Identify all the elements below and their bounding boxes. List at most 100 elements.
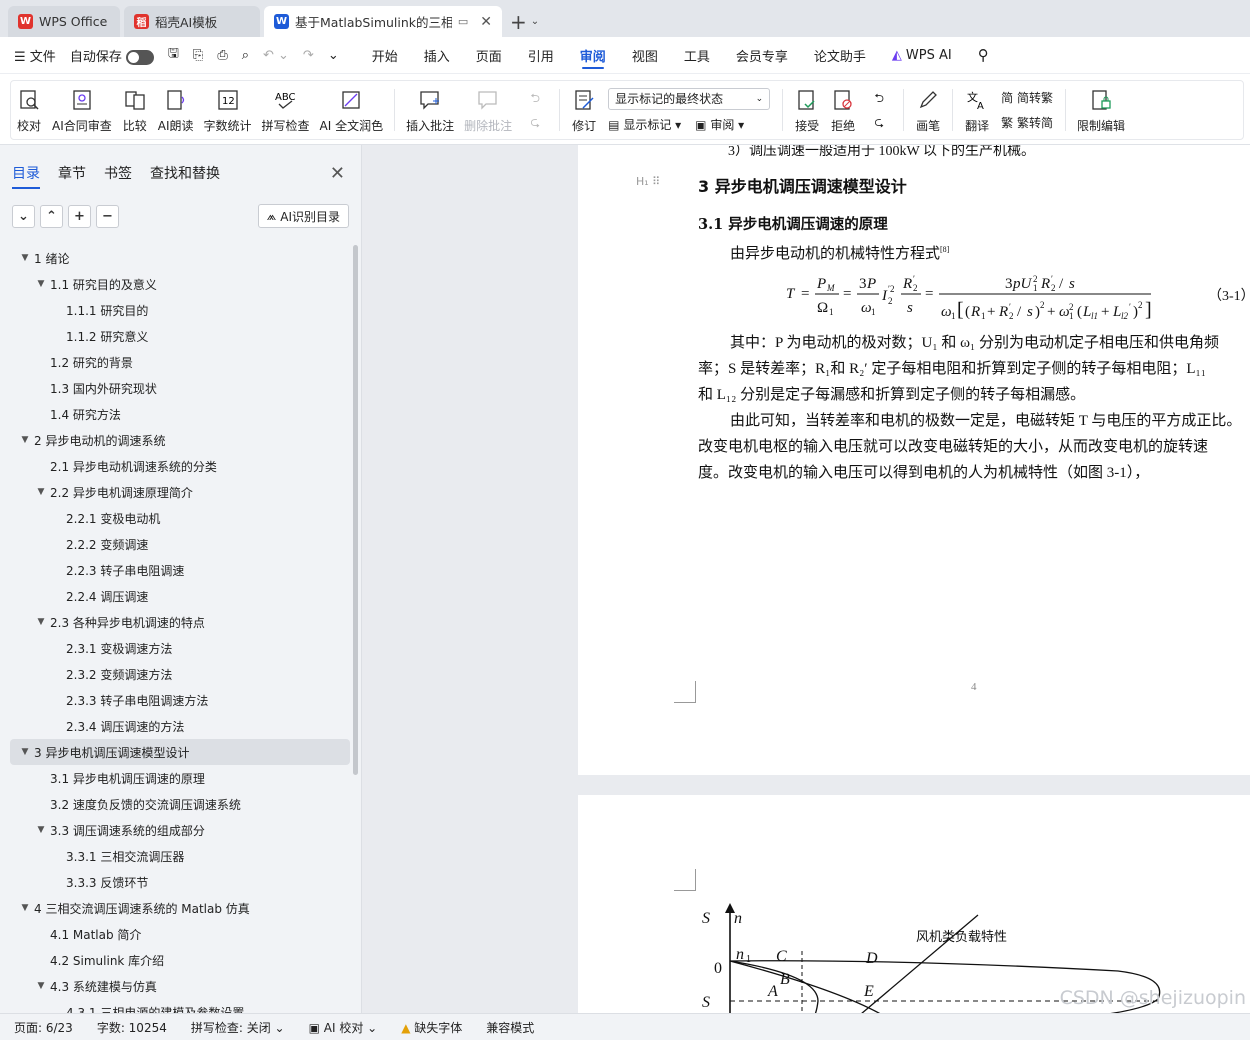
redo-icon[interactable]: ↷ bbox=[303, 48, 314, 63]
menu-tab-review[interactable]: 审阅 bbox=[567, 37, 619, 73]
add-heading-button[interactable]: + bbox=[68, 204, 91, 228]
menu-tab-tools[interactable]: 工具 bbox=[671, 37, 723, 73]
toc-expand-chevron-icon[interactable]: ▼ bbox=[18, 435, 32, 445]
new-tab-button[interactable]: + bbox=[506, 6, 531, 37]
comment-nav-buttons[interactable]: ⮌ ⮎ bbox=[517, 81, 553, 139]
ai-contract-review-button[interactable]: AI合同审查 bbox=[47, 81, 117, 139]
menu-tab-start[interactable]: 开始 bbox=[359, 37, 411, 73]
nav-tab-sections[interactable]: 章节 bbox=[58, 157, 86, 189]
toc-item[interactable]: ▼ 3.3 调压调速系统的组成部分 bbox=[10, 817, 350, 843]
pen-button[interactable]: 画笔 bbox=[910, 81, 946, 139]
save-icon[interactable]: 🖫 bbox=[168, 44, 179, 66]
nav-tab-bookmarks[interactable]: 书签 bbox=[104, 157, 132, 189]
toc-item[interactable]: 2.1 异步电动机调速系统的分类 bbox=[10, 453, 350, 479]
toc-expand-chevron-icon[interactable]: ▼ bbox=[34, 825, 48, 835]
toc-item[interactable]: ▼ 1.1 研究目的及意义 bbox=[10, 271, 350, 297]
autosave-toggle[interactable]: 自动保存 bbox=[70, 46, 154, 65]
insert-comment-button[interactable]: 插入批注 bbox=[401, 81, 459, 139]
word-count-button[interactable]: 12 字数统计 bbox=[199, 81, 257, 139]
menu-tab-page[interactable]: 页面 bbox=[463, 37, 515, 73]
menu-tab-member[interactable]: 会员专享 bbox=[723, 37, 801, 73]
proofread-button[interactable]: 校对 bbox=[11, 81, 47, 139]
heading-marker-icon[interactable]: H₁ ⠿ bbox=[636, 175, 660, 188]
ai-polish-button[interactable]: AI 全文润色 bbox=[315, 81, 389, 139]
nav-tab-find-replace[interactable]: 查找和替换 bbox=[150, 157, 220, 189]
toc-item[interactable]: 3.3.3 反馈环节 bbox=[10, 869, 350, 895]
remove-heading-button[interactable]: − bbox=[96, 204, 119, 228]
compare-button[interactable]: 比较 bbox=[117, 81, 153, 139]
toc-item[interactable]: 4.3.1 三相电源的建模及参数设置 bbox=[10, 999, 350, 1014]
menu-tab-view[interactable]: 视图 bbox=[619, 37, 671, 73]
menu-tab-insert[interactable]: 插入 bbox=[411, 37, 463, 73]
monitor-icon[interactable]: ▭ bbox=[458, 15, 468, 28]
nav-tab-toc[interactable]: 目录 bbox=[12, 157, 40, 189]
share-icon[interactable]: ⎘ bbox=[193, 48, 203, 63]
translate-button[interactable]: 文 A 翻译 bbox=[959, 81, 995, 139]
review-pane-button[interactable]: ▣ 审阅 ▾ bbox=[695, 116, 744, 133]
toc-item[interactable]: 2.3.2 变频调速方法 bbox=[10, 661, 350, 687]
toc-item[interactable]: 1.2 研究的背景 bbox=[10, 349, 350, 375]
toc-expand-chevron-icon[interactable]: ▼ bbox=[18, 747, 32, 757]
toc-scrollbar[interactable] bbox=[353, 245, 358, 775]
tab-wps-office[interactable]: W WPS Office bbox=[8, 6, 120, 37]
toc-item[interactable]: 2.2.1 变极电动机 bbox=[10, 505, 350, 531]
print-icon[interactable]: ⎙ bbox=[217, 48, 227, 63]
restrict-edit-button[interactable]: 限制编辑 bbox=[1072, 81, 1130, 139]
tab-document[interactable]: W 基于MatlabSimulink的三相 ▭ ✕ bbox=[264, 6, 502, 37]
menu-tab-reference[interactable]: 引用 bbox=[515, 37, 567, 73]
more-chevron-icon[interactable]: ⌄ bbox=[328, 48, 339, 63]
toc-item[interactable]: 3.3.1 三相交流调压器 bbox=[10, 843, 350, 869]
markup-state-select[interactable]: 显示标记的最终状态 ⌄ bbox=[608, 87, 771, 110]
ai-detect-toc-button[interactable]: ⩕ AI识别目录 bbox=[257, 204, 349, 228]
file-menu[interactable]: ☰ 文件 bbox=[14, 46, 56, 65]
reject-button[interactable]: 拒绝 bbox=[825, 81, 861, 139]
page-indicator[interactable]: 页面: 6/23 bbox=[14, 1019, 73, 1036]
toc-item[interactable]: 1.1.1 研究目的 bbox=[10, 297, 350, 323]
toc-item[interactable]: 1.1.2 研究意义 bbox=[10, 323, 350, 349]
toc-expand-chevron-icon[interactable]: ▼ bbox=[34, 981, 48, 991]
toggle-switch[interactable] bbox=[125, 49, 154, 65]
spell-check-status[interactable]: 拼写检查: 关闭 ⌄ bbox=[191, 1019, 285, 1036]
accept-button[interactable]: 接受 bbox=[789, 81, 825, 139]
ai-read-aloud-button[interactable]: AI朗读 bbox=[153, 81, 199, 139]
toc-item[interactable]: 2.3.3 转子串电阻调速方法 bbox=[10, 687, 350, 713]
toc-expand-chevron-icon[interactable]: ▼ bbox=[34, 617, 48, 627]
toc-item[interactable]: 3.2 速度负反馈的交流调压调速系统 bbox=[10, 791, 350, 817]
toc-item[interactable]: ▼ 2 异步电动机的调速系统 bbox=[10, 427, 350, 453]
toc-item[interactable]: ▼ 4 三相交流调压调速系统的 Matlab 仿真 bbox=[10, 895, 350, 921]
close-tab-icon[interactable]: ✕ bbox=[480, 14, 492, 30]
toc-item[interactable]: ▼ 2.3 各种异步电机调速的特点 bbox=[10, 609, 350, 635]
tab-list-chevron-icon[interactable]: ⌄ bbox=[531, 6, 539, 37]
delete-comment-button[interactable]: 删除批注 bbox=[459, 81, 517, 139]
toc-item[interactable]: ▼ 2.2 异步电机调速原理简介 bbox=[10, 479, 350, 505]
toc-item[interactable]: ▼ 1 绪论 bbox=[10, 245, 350, 271]
change-nav-buttons[interactable]: ⮌ ⮎ bbox=[861, 81, 897, 139]
toc-item[interactable]: ▼ 3 异步电机调压调速模型设计 bbox=[10, 739, 350, 765]
toc-expand-chevron-icon[interactable]: ▼ bbox=[34, 487, 48, 497]
menu-tab-thesis[interactable]: 论文助手 bbox=[801, 37, 879, 73]
toc-item[interactable]: 2.3.4 调压调速的方法 bbox=[10, 713, 350, 739]
menu-wps-ai[interactable]: ◭ WPS AI bbox=[879, 37, 965, 73]
collapse-all-button[interactable]: ⌄ bbox=[12, 204, 35, 228]
simp-to-trad-button[interactable]: 简 简转繁 bbox=[1001, 89, 1053, 106]
ai-proofread-status[interactable]: ▣ AI 校对 ⌄ bbox=[309, 1019, 378, 1036]
close-icon[interactable]: ✕ bbox=[330, 163, 345, 184]
word-count[interactable]: 字数: 10254 bbox=[97, 1019, 167, 1036]
revise-button[interactable]: 修订 bbox=[566, 81, 602, 139]
toc-item[interactable]: 3.1 异步电机调压调速的原理 bbox=[10, 765, 350, 791]
search-icon[interactable]: ⚲ bbox=[965, 37, 1002, 73]
toc-item[interactable]: 4.1 Matlab 简介 bbox=[10, 921, 350, 947]
toc-expand-chevron-icon[interactable]: ▼ bbox=[34, 279, 48, 289]
trad-to-simp-button[interactable]: 繁 繁转简 bbox=[1001, 114, 1053, 131]
toc-item[interactable]: ▼ 4.3 系统建模与仿真 bbox=[10, 973, 350, 999]
expand-up-button[interactable]: ⌃ bbox=[40, 204, 63, 228]
toc-item[interactable]: 2.2.2 变频调速 bbox=[10, 531, 350, 557]
toc-item[interactable]: 2.2.4 调压调速 bbox=[10, 583, 350, 609]
print-preview-icon[interactable]: ⌕ bbox=[242, 48, 249, 63]
show-markup-button[interactable]: ▤ 显示标记 ▾ bbox=[608, 116, 681, 133]
undo-icon[interactable]: ↶ ⌄ bbox=[263, 48, 289, 63]
tab-daoke-template[interactable]: 稻 稻壳AI模板 bbox=[124, 6, 260, 37]
toc-expand-chevron-icon[interactable]: ▼ bbox=[18, 253, 32, 263]
toc-item[interactable]: 1.4 研究方法 bbox=[10, 401, 350, 427]
toc-item[interactable]: 4.2 Simulink 库介绍 bbox=[10, 947, 350, 973]
